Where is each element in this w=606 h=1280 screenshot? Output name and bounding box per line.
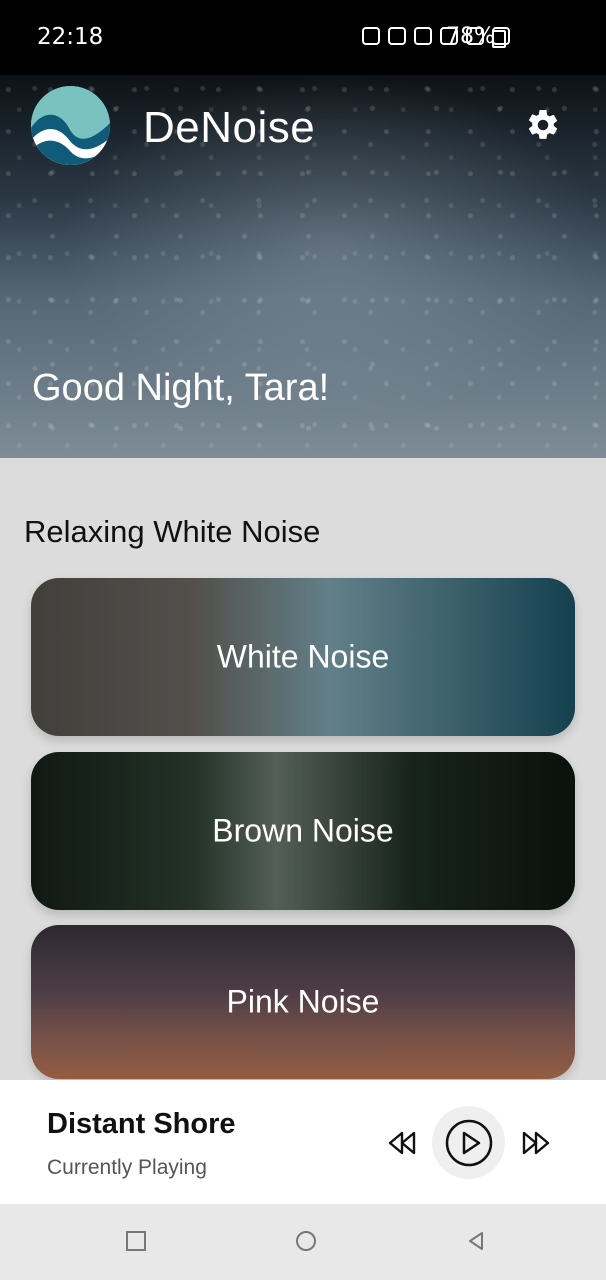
brown-noise-card[interactable]: Brown Noise (31, 752, 575, 910)
back-button[interactable] (464, 1229, 488, 1253)
back-triangle-icon (469, 1232, 483, 1250)
wave-logo-icon (31, 86, 110, 165)
play-icon (445, 1119, 492, 1166)
brown-noise-label: Brown Noise (212, 812, 394, 849)
app-title: DeNoise (143, 103, 316, 152)
recent-apps-button[interactable] (124, 1229, 148, 1253)
status-bar: 22:18 78% (0, 0, 606, 75)
greeting-text: Good Night, Tara! (32, 367, 330, 409)
white-noise-label: White Noise (216, 638, 390, 675)
playback-status: Currently Playing (47, 1156, 207, 1179)
settings-button[interactable] (523, 105, 563, 145)
mute-icon (414, 27, 432, 45)
track-title: Distant Shore (47, 1108, 236, 1140)
battery-percent: 78% (446, 24, 495, 49)
status-time: 22:18 (37, 24, 104, 50)
section-title: Relaxing White Noise (24, 514, 321, 549)
gear-icon (528, 109, 558, 139)
play-button[interactable] (432, 1106, 505, 1179)
pink-noise-card[interactable]: Pink Noise (31, 925, 575, 1079)
alarm-icon (388, 27, 406, 45)
rewind-icon (388, 1131, 416, 1155)
circle-icon (296, 1231, 316, 1251)
now-playing-bar: Distant Shore Currently Playing (0, 1080, 606, 1204)
fast-forward-icon (522, 1131, 550, 1155)
hero-banner: DeNoise Good Night, Tara! (0, 75, 606, 458)
system-navigation-bar (0, 1204, 606, 1280)
rewind-button[interactable] (378, 1119, 426, 1167)
pink-noise-label: Pink Noise (226, 983, 380, 1020)
app-logo (31, 86, 110, 165)
square-icon (126, 1231, 146, 1251)
camera-icon (362, 27, 380, 45)
home-button[interactable] (294, 1229, 318, 1253)
fast-forward-button[interactable] (512, 1119, 560, 1167)
white-noise-card[interactable]: White Noise (31, 578, 575, 736)
battery-icon (492, 30, 506, 48)
